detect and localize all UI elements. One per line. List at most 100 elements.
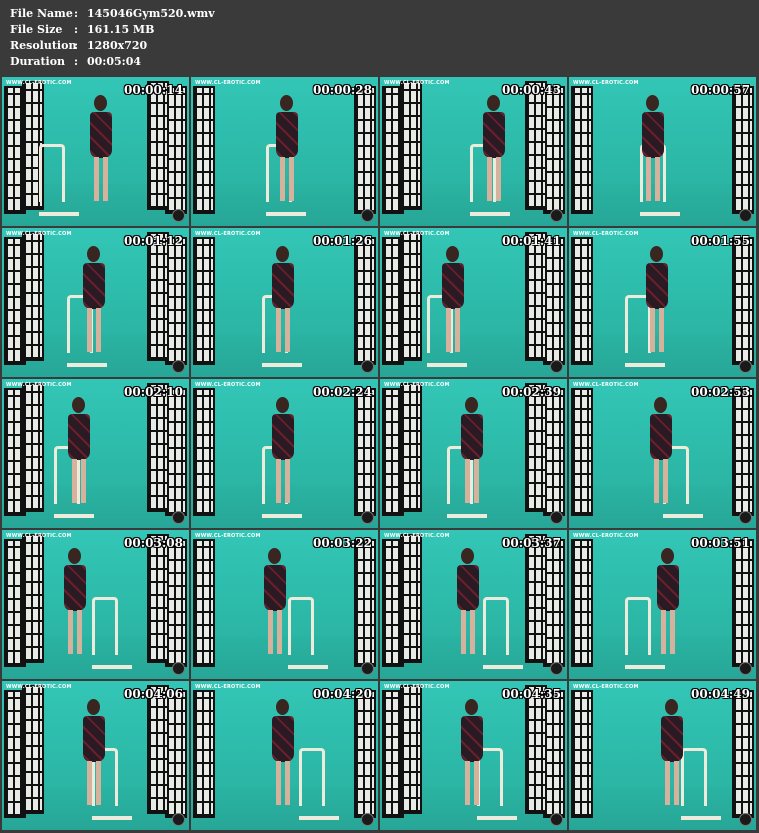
figure-body	[82, 263, 105, 310]
performer-figure	[655, 699, 689, 809]
timestamp: 00:01:26	[313, 234, 372, 248]
figure-head	[275, 699, 289, 716]
folding-screen	[147, 534, 169, 663]
white-chair	[625, 597, 666, 670]
folding-screen	[732, 85, 754, 215]
video-thumbnail: WWW.CL-EROTIC.COM 00:00:28	[191, 77, 378, 226]
folding-screen	[525, 383, 547, 512]
video-thumbnail: WWW.CL-EROTIC.COM 00:02:10	[2, 379, 189, 528]
file-name-label: File Name	[10, 7, 73, 20]
separator: :	[74, 7, 79, 20]
video-thumbnail: WWW.CL-EROTIC.COM 00:02:53	[569, 379, 756, 528]
figure-legs	[661, 610, 676, 655]
folding-screen	[732, 236, 754, 366]
video-thumbnail: WWW.CL-EROTIC.COM 00:04:06	[2, 681, 189, 830]
figure-legs	[653, 459, 668, 504]
figure-head	[461, 548, 475, 565]
folding-screen	[354, 689, 376, 819]
figure-legs	[665, 761, 680, 806]
figure-head	[646, 95, 660, 112]
watermark: WWW.CL-EROTIC.COM	[384, 80, 450, 86]
file-size-row: File Size : 161.15 MB	[10, 22, 215, 38]
performer-figure	[640, 246, 674, 356]
figure-legs	[487, 157, 502, 202]
video-thumbnail: WWW.CL-EROTIC.COM 00:00:14	[2, 77, 189, 226]
channel-logo-icon	[739, 360, 752, 373]
folding-screen	[400, 81, 422, 210]
watermark: WWW.CL-EROTIC.COM	[384, 382, 450, 388]
file-info: File Name : 145046Gym520.wmv File Size :…	[10, 6, 215, 70]
performer-figure	[451, 548, 485, 658]
folding-screen	[571, 236, 593, 366]
folding-screen	[22, 383, 44, 512]
file-name-value: 145046Gym520.wmv	[87, 7, 215, 20]
resolution-row: Resolution : 1280x720	[10, 38, 215, 54]
channel-logo-icon	[550, 209, 563, 222]
video-thumbnail: WWW.CL-EROTIC.COM 00:00:43	[380, 77, 567, 226]
figure-body	[271, 716, 294, 763]
timestamp: 00:01:55	[691, 234, 750, 248]
watermark: WWW.CL-EROTIC.COM	[195, 684, 261, 690]
figure-legs	[94, 157, 109, 202]
channel-logo-icon	[739, 511, 752, 524]
white-chair	[482, 597, 523, 670]
figure-body	[483, 112, 506, 159]
video-thumbnail: WWW.CL-EROTIC.COM 00:03:51	[569, 530, 756, 679]
timestamp: 00:00:14	[124, 83, 183, 97]
figure-body	[661, 716, 684, 763]
folding-screen	[354, 387, 376, 517]
duration-value: 00:05:04	[87, 55, 142, 68]
timestamp: 00:04:20	[313, 687, 372, 701]
channel-logo-icon	[172, 360, 185, 373]
folding-screen	[193, 689, 215, 819]
timestamp: 00:00:28	[313, 83, 372, 97]
folding-screen	[147, 685, 169, 814]
figure-head	[665, 699, 679, 716]
folding-screen	[354, 236, 376, 366]
figure-head	[653, 397, 667, 414]
resolution-label: Resolution	[10, 39, 77, 52]
separator: :	[74, 55, 79, 68]
timestamp: 00:03:51	[691, 536, 750, 550]
figure-head	[71, 397, 85, 414]
folding-screen	[400, 685, 422, 814]
figure-head	[68, 548, 82, 565]
watermark: WWW.CL-EROTIC.COM	[384, 533, 450, 539]
timestamp: 00:02:10	[124, 385, 183, 399]
video-thumbnail: WWW.CL-EROTIC.COM 00:01:41	[380, 228, 567, 377]
figure-body	[82, 716, 105, 763]
figure-head	[86, 246, 100, 263]
folding-screen	[571, 689, 593, 819]
figure-legs	[446, 308, 461, 353]
timestamp: 00:04:35	[502, 687, 561, 701]
video-thumbnail: WWW.CL-EROTIC.COM 00:03:08	[2, 530, 189, 679]
performer-figure	[77, 246, 111, 356]
folding-screen	[193, 85, 215, 215]
video-thumbnail: WWW.CL-EROTIC.COM 00:03:22	[191, 530, 378, 679]
video-thumbnail: WWW.CL-EROTIC.COM 00:04:49	[569, 681, 756, 830]
channel-logo-icon	[172, 209, 185, 222]
video-thumbnail: WWW.CL-EROTIC.COM 00:04:35	[380, 681, 567, 830]
figure-body	[90, 112, 113, 159]
folding-screen	[571, 387, 593, 517]
channel-logo-icon	[550, 813, 563, 826]
timestamp: 00:03:08	[124, 536, 183, 550]
performer-figure	[455, 699, 489, 809]
timestamp: 00:00:57	[691, 83, 750, 97]
figure-head	[268, 548, 282, 565]
channel-logo-icon	[361, 813, 374, 826]
folding-screen	[147, 232, 169, 361]
figure-body	[271, 414, 294, 461]
figure-head	[275, 397, 289, 414]
figure-legs	[650, 308, 665, 353]
channel-logo-icon	[172, 813, 185, 826]
performer-figure	[270, 95, 304, 205]
white-chair	[91, 597, 132, 670]
figure-body	[271, 263, 294, 310]
folding-screen	[22, 232, 44, 361]
performer-figure	[644, 397, 678, 507]
channel-logo-icon	[550, 360, 563, 373]
channel-logo-icon	[172, 511, 185, 524]
folding-screen	[525, 81, 547, 210]
figure-legs	[275, 761, 290, 806]
